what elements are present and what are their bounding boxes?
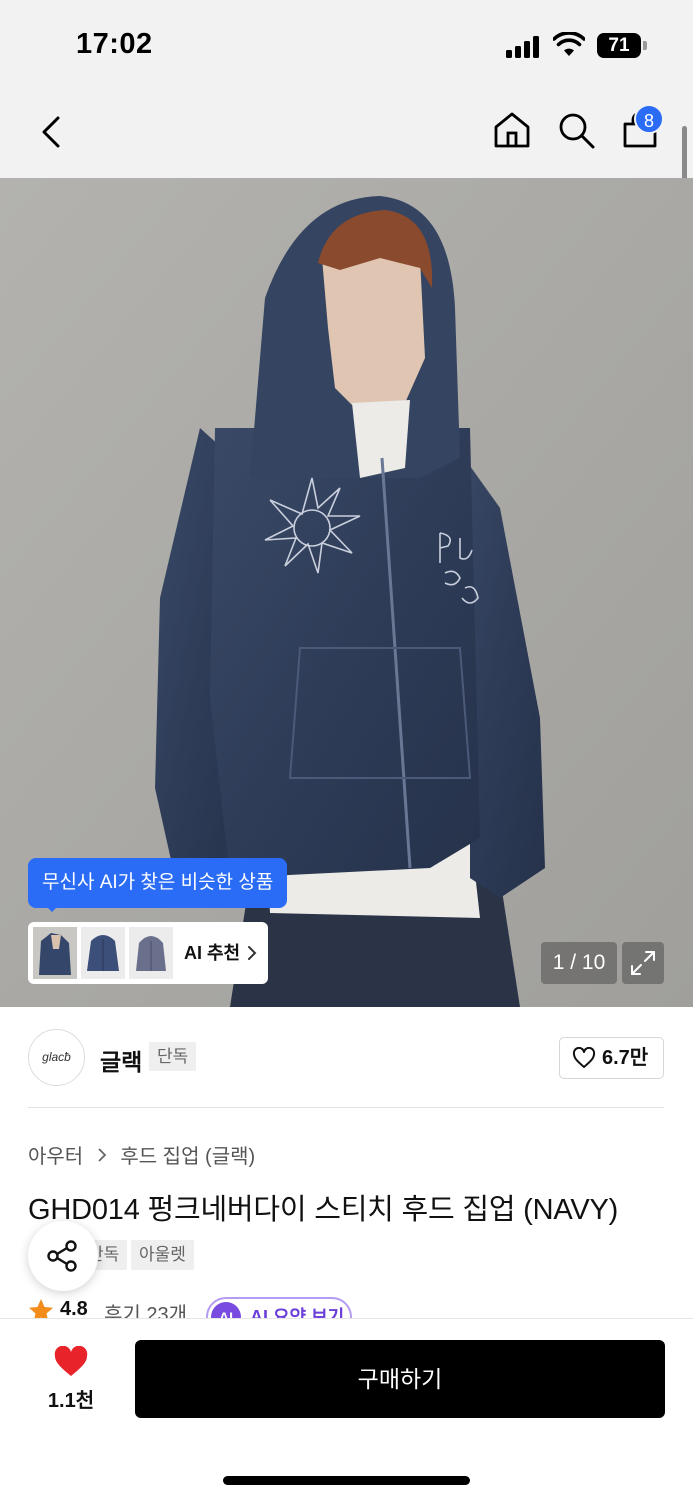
brand-logo[interactable]: glacƀ [28, 1029, 85, 1086]
breadcrumb-subcategory[interactable]: 후드 집업 (글랙) [120, 1146, 255, 1168]
ai-similar-products-tooltip[interactable]: 무신사 AI가 찾은 비슷한 상품 [28, 858, 288, 908]
home-icon[interactable] [492, 110, 532, 150]
brand-like-button[interactable]: 6.7만 [559, 1037, 664, 1079]
wifi-icon [553, 32, 585, 56]
breadcrumb: 아우터 후드 집업 (글랙) [28, 1140, 255, 1169]
tooltip-tail [44, 904, 60, 912]
ai-recommendation-strip[interactable]: AI 추천 [28, 922, 268, 984]
top-nav-bar [0, 90, 693, 178]
brand-name[interactable]: 글랙 [100, 1043, 142, 1077]
divider [28, 1107, 664, 1108]
share-button[interactable] [28, 1221, 98, 1291]
status-time: 17:02 [76, 28, 153, 60]
status-bar: 17:02 71 [0, 0, 693, 90]
product-tag-outlet: 아울렛 [131, 1240, 194, 1270]
heart-outline-icon [572, 1047, 596, 1068]
recommended-product-thumbnail[interactable] [81, 927, 125, 979]
recommended-product-thumbnail[interactable] [33, 927, 77, 979]
expand-icon [631, 951, 655, 975]
cart-count-badge: 8 [634, 104, 664, 134]
brand-like-count: 6.7만 [602, 1047, 649, 1069]
wishlist-count: 1.1천 [47, 1390, 95, 1412]
breadcrumb-category[interactable]: 아우터 [28, 1146, 83, 1168]
product-title: GHD014 펑크네버다이 스티치 후드 집업 (NAVY) [28, 1194, 619, 1226]
heart-filled-icon[interactable] [53, 1346, 89, 1378]
battery-icon: 71 [597, 33, 647, 58]
home-indicator [223, 1476, 470, 1485]
chevron-right-icon [248, 946, 257, 960]
ai-recommend-label: AI 추천 [184, 943, 241, 963]
brand-exclusive-tag: 단독 [149, 1042, 197, 1071]
image-index-counter: 1 / 10 [541, 942, 617, 984]
buy-button[interactable]: 구매하기 [135, 1340, 665, 1418]
back-arrow-icon[interactable] [34, 112, 68, 152]
cellular-signal-icon [506, 36, 542, 58]
battery-level: 71 [597, 33, 641, 58]
recommended-product-thumbnail[interactable] [129, 927, 173, 979]
chevron-right-icon [98, 1147, 107, 1162]
fullscreen-button[interactable] [622, 942, 664, 984]
search-icon[interactable] [556, 110, 596, 150]
share-icon [47, 1240, 77, 1272]
